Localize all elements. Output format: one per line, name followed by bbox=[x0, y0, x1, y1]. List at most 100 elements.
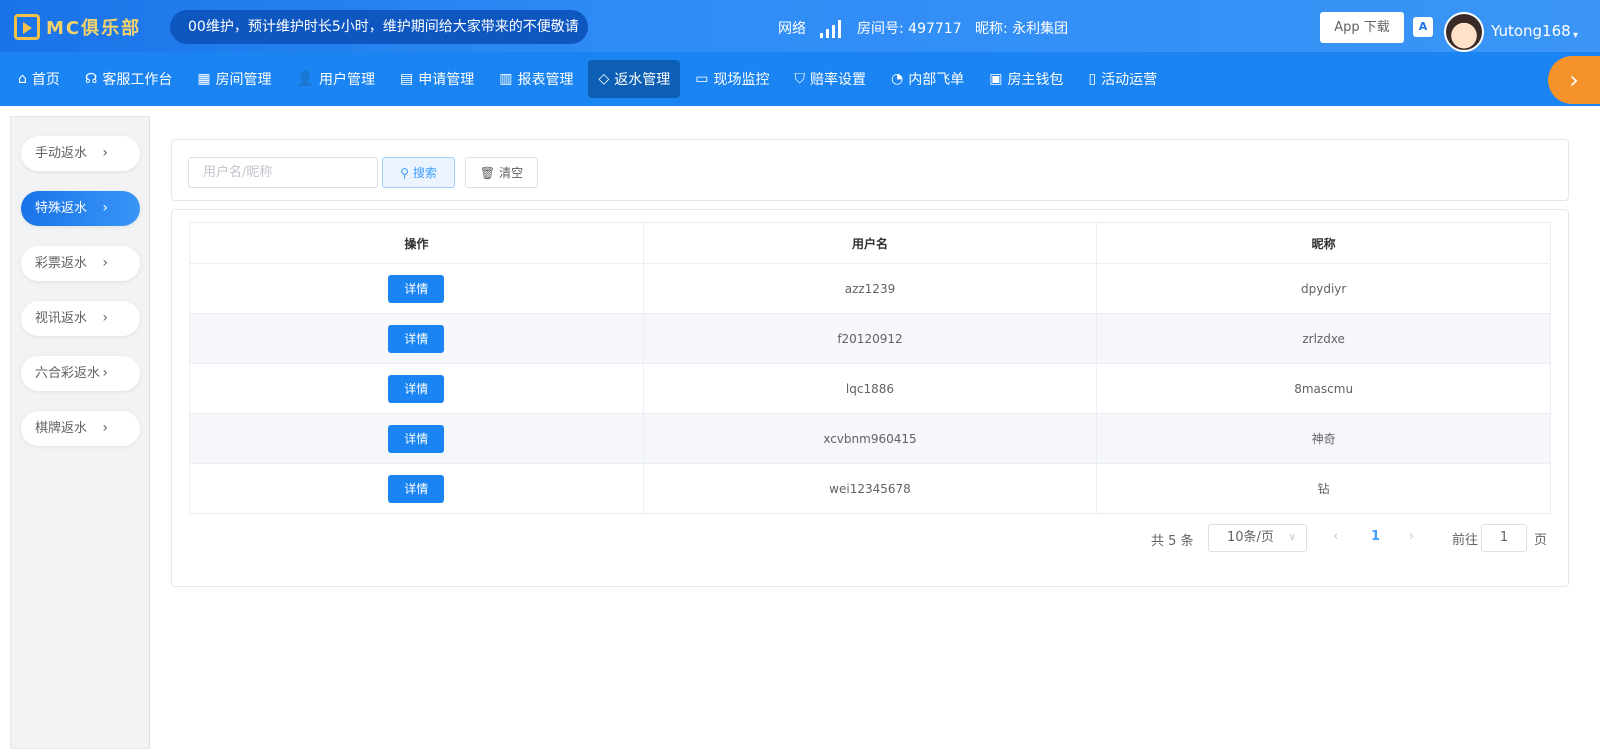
top-bar: MC俱乐部 00维护，预计维护时长5小时，维护期间给大家带来的不便敬请 网络 房… bbox=[0, 0, 1600, 52]
search-button[interactable]: ⚲ 搜索 bbox=[382, 157, 455, 188]
signal-icon bbox=[820, 20, 841, 38]
nav-item-label: 房间管理 bbox=[215, 72, 272, 88]
username[interactable]: Yutong168 bbox=[1491, 22, 1571, 40]
username-cell: azz1239 bbox=[642, 263, 1098, 314]
page-number[interactable]: 1 bbox=[1371, 529, 1380, 544]
sidebar-item-live-rebate[interactable]: 视讯返水 › bbox=[21, 301, 140, 336]
table-row: 详情 azz1239 dpydiyr bbox=[189, 263, 1551, 314]
table-row: 详情 lqc1886 8mascmu bbox=[189, 363, 1551, 414]
trash-icon: 🗑 bbox=[479, 165, 496, 180]
goto-suffix: 页 bbox=[1534, 533, 1548, 548]
rebate-table: 操作 用户名 昵称 详情 azz1239 dpydiyr 详情 f2012091… bbox=[189, 222, 1551, 514]
prev-page-button[interactable]: ‹ bbox=[1333, 529, 1338, 544]
document-icon: ▤ bbox=[400, 71, 414, 87]
page-size-value: 10条/页 bbox=[1227, 530, 1274, 545]
chevron-down-icon: ∨ bbox=[1288, 532, 1296, 543]
goto-label: 前往 bbox=[1452, 533, 1479, 548]
nav-item-applications[interactable]: ▤ 申请管理 bbox=[390, 60, 484, 98]
search-input[interactable] bbox=[188, 157, 378, 188]
nav-item-label: 用户管理 bbox=[319, 72, 375, 88]
nav-item-users[interactable]: 👤 用户管理 bbox=[287, 60, 385, 98]
nav-item-rooms[interactable]: ▦ 房间管理 bbox=[187, 60, 281, 98]
chevron-right-icon: › bbox=[102, 200, 108, 216]
room-number: 房间号: 497717 bbox=[857, 21, 962, 37]
nav-item-label: 内部飞单 bbox=[908, 72, 965, 88]
nav-item-label: 申请管理 bbox=[418, 72, 475, 88]
detail-button[interactable]: 详情 bbox=[388, 274, 445, 303]
clear-button[interactable]: 🗑 清空 bbox=[465, 157, 538, 188]
detail-button[interactable]: 详情 bbox=[388, 424, 445, 453]
nav-item-wallet[interactable]: ▣ 房主钱包 bbox=[979, 60, 1073, 98]
sidebar-item-label: 手动返水 bbox=[35, 146, 88, 161]
nav-item-label: 活动运营 bbox=[1101, 72, 1158, 88]
bar-chart-icon: ▥ bbox=[499, 71, 513, 87]
nav-item-events[interactable]: ▯ 活动运营 bbox=[1078, 60, 1167, 98]
chevron-right-icon: › bbox=[102, 420, 108, 436]
nav-item-odds[interactable]: ⛉ 赔率设置 bbox=[784, 60, 876, 98]
detail-button[interactable]: 详情 bbox=[388, 324, 445, 353]
nickname-cell: zrlzdxe bbox=[1096, 313, 1551, 364]
detail-button[interactable]: 详情 bbox=[388, 374, 445, 403]
sidebar-item-label: 六合彩返水 bbox=[35, 366, 101, 381]
logo-icon bbox=[14, 14, 40, 40]
nickname-cell: dpydiyr bbox=[1096, 263, 1551, 314]
chevron-right-icon: › bbox=[102, 255, 108, 271]
wallet-icon: ▣ bbox=[989, 71, 1003, 87]
home-icon: ⌂ bbox=[18, 71, 27, 87]
table-row: 详情 xcvbnm960415 神奇 bbox=[189, 413, 1551, 464]
chevron-right-icon[interactable]: › bbox=[1548, 56, 1600, 104]
nav-item-support[interactable]: ☊ 客服工作台 bbox=[75, 60, 182, 98]
nav-item-label: 返水管理 bbox=[614, 72, 671, 88]
nickname-cell: 神奇 bbox=[1096, 413, 1551, 464]
nickname-cell: 8mascmu bbox=[1096, 363, 1551, 414]
column-header-nickname: 昵称 bbox=[1096, 222, 1551, 264]
page-size-select[interactable]: 10条/页 ∨ bbox=[1208, 524, 1307, 552]
chevron-right-icon: › bbox=[102, 145, 108, 161]
sidebar-item-label: 特殊返水 bbox=[35, 201, 88, 216]
main-nav: ⌂ 首页 ☊ 客服工作台 ▦ 房间管理 👤 用户管理 ▤ 申请管理 ▥ 报表管理 ◇ 返水管理… bbox=[0, 52, 1600, 106]
sidebar-item-special-rebate[interactable]: 特殊返水 › bbox=[21, 191, 140, 226]
sidebar-item-label: 棋牌返水 bbox=[35, 421, 88, 436]
sidebar: 手动返水 › 特殊返水 › 彩票返水 › 视讯返水 › 六合彩返水 › 棋牌返水 › bbox=[10, 116, 150, 749]
nav-item-reports[interactable]: ▥ 报表管理 bbox=[489, 60, 583, 98]
table-row: 详情 f20120912 zrlzdxe bbox=[189, 313, 1551, 364]
sidebar-item-label: 彩票返水 bbox=[35, 256, 88, 271]
logo-text: MC俱乐部 bbox=[46, 18, 142, 39]
sidebar-item-lottery-rebate[interactable]: 彩票返水 › bbox=[21, 246, 140, 281]
column-header-username: 用户名 bbox=[642, 222, 1098, 264]
monitor-icon: ▭ bbox=[695, 71, 709, 87]
user-icon: 👤 bbox=[296, 71, 314, 87]
app-download-button[interactable]: App 下载 bbox=[1320, 12, 1404, 43]
sidebar-item-marksix-rebate[interactable]: 六合彩返水 › bbox=[21, 356, 140, 391]
tag-icon: ◇ bbox=[598, 71, 610, 87]
table-header-row: 操作 用户名 昵称 bbox=[189, 222, 1551, 264]
clear-button-label: 清空 bbox=[499, 166, 524, 180]
pagination-total: 共 5 条 bbox=[1151, 534, 1194, 549]
avatar[interactable] bbox=[1444, 12, 1484, 52]
nav-item-home[interactable]: ⌂ 首页 bbox=[8, 60, 70, 98]
nickname: 昵称: 永利集团 bbox=[975, 21, 1069, 37]
table-row: 详情 wei12345678 钻 bbox=[189, 463, 1551, 514]
chevron-right-icon: › bbox=[102, 310, 108, 326]
nav-item-rebate[interactable]: ◇ 返水管理 bbox=[588, 60, 681, 98]
username-cell: wei12345678 bbox=[642, 463, 1098, 514]
nav-item-label: 首页 bbox=[31, 72, 60, 88]
detail-button[interactable]: 详情 bbox=[388, 474, 445, 503]
sidebar-item-manual-rebate[interactable]: 手动返水 › bbox=[21, 136, 140, 171]
logo[interactable]: MC俱乐部 bbox=[14, 13, 141, 41]
nickname-cell: 钻 bbox=[1096, 463, 1551, 514]
chevron-down-icon[interactable]: ▾ bbox=[1573, 30, 1578, 41]
goto-page-input[interactable]: 1 bbox=[1481, 524, 1527, 552]
nav-item-internal-orders[interactable]: ◔ 内部飞单 bbox=[881, 60, 974, 98]
sidebar-item-label: 视讯返水 bbox=[35, 311, 88, 326]
nav-item-monitor[interactable]: ▭ 现场监控 bbox=[685, 60, 779, 98]
search-icon: ⚲ bbox=[400, 165, 409, 180]
username-cell: f20120912 bbox=[642, 313, 1098, 364]
nav-item-label: 报表管理 bbox=[517, 72, 574, 88]
nav-item-label: 房主钱包 bbox=[1007, 72, 1064, 88]
translate-icon[interactable]: A bbox=[1413, 17, 1433, 37]
sidebar-item-chess-rebate[interactable]: 棋牌返水 › bbox=[21, 411, 140, 446]
network-label: 网络 bbox=[778, 21, 806, 37]
next-page-button[interactable]: › bbox=[1409, 529, 1414, 544]
column-header-action: 操作 bbox=[189, 222, 644, 264]
